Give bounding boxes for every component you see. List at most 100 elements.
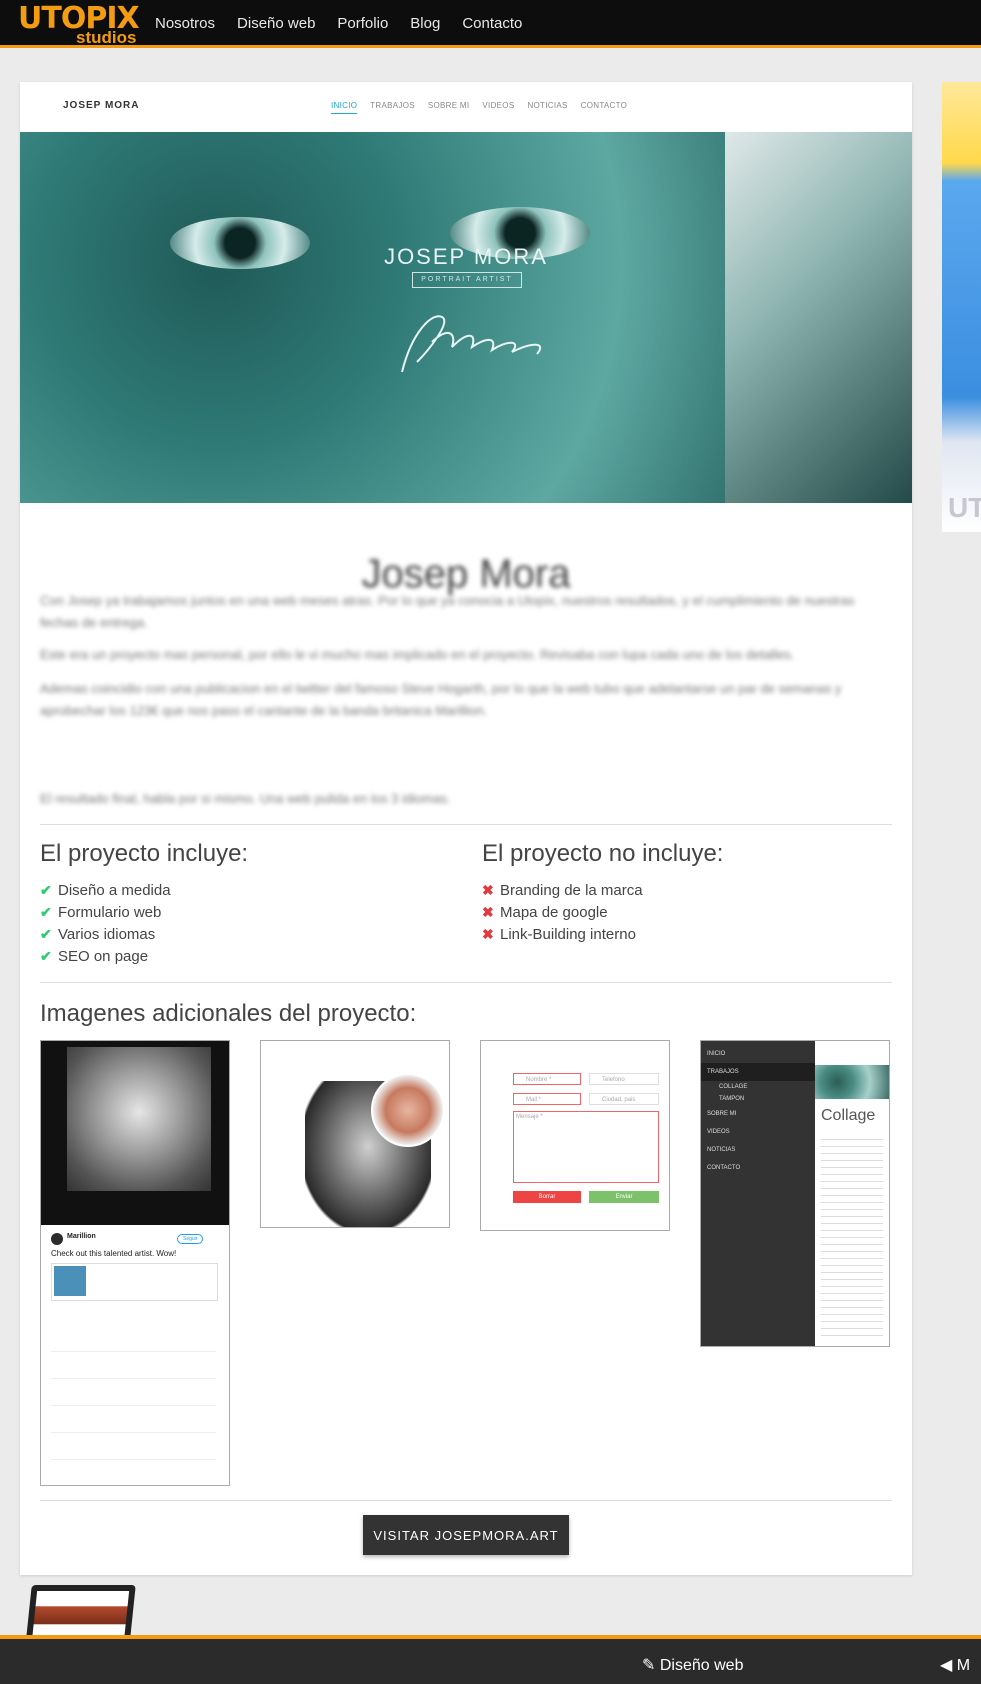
side-preview-text: UTOPIX (948, 492, 981, 523)
list-item-label: Diseño a medida (58, 882, 171, 899)
site-nav-inicio: INICIO (331, 101, 358, 114)
main-nav: Nosotros Diseño web Porfolio Blog Contac… (155, 0, 544, 46)
site-nav-sobre-mi: SOBRE MI (427, 101, 470, 110)
avatar (51, 1233, 63, 1245)
megaphone-icon: ◀ (940, 1657, 953, 1674)
nav-link-nosotros[interactable]: Nosotros (155, 15, 215, 32)
tweet-account: Marillion (67, 1233, 96, 1240)
project-image-contact-form[interactable]: Nombre * Telefono Mail * Ciudad, pais Me… (480, 1040, 670, 1231)
list-item: ✔ Formulario web (40, 901, 171, 923)
excludes-list: ✖ Branding de la marca ✖ Mapa de google ✖ L… (482, 879, 643, 945)
footer-link-marketing[interactable]: ◀ M (940, 1655, 970, 1675)
nav-link-contacto[interactable]: Contacto (462, 15, 522, 32)
collage-heading: Collage (821, 1107, 876, 1124)
project-image-portrait-tweet[interactable]: Marillion Seguir Check out this talented… (40, 1040, 230, 1486)
project-image-mobile-menu[interactable]: INICIO TRABAJOS COLLAGE TAMPON SOBRE MI … (700, 1040, 890, 1347)
includes-title: El proyecto incluye: (40, 840, 249, 867)
list-item-label: Link-Building interno (500, 926, 636, 943)
visit-site-button[interactable]: VISITAR JOSEPMORA.ART (363, 1515, 569, 1555)
menu-item: CONTACTO (707, 1165, 741, 1171)
cross-icon: ✖ (482, 926, 494, 942)
menu-item: TAMPON (719, 1096, 745, 1102)
collage-text (821, 1133, 883, 1339)
site-brand: JOSEP MORA (63, 100, 140, 111)
mail-field: Mail * (513, 1093, 581, 1105)
signature-icon (401, 315, 542, 373)
portrait-image (67, 1047, 211, 1191)
top-navbar: UTOPIX studios Nosotros Diseño web Porfo… (0, 0, 981, 48)
cross-icon: ✖ (482, 882, 494, 898)
menu-item: TRABAJOS (701, 1063, 815, 1081)
cross-icon: ✖ (482, 904, 494, 920)
message-field: Mensaje * (513, 1111, 659, 1183)
list-item-label: Branding de la marca (500, 882, 643, 899)
city-field: Ciudad, pais (589, 1093, 659, 1105)
site-nav-noticias: NOTICIAS (527, 101, 568, 110)
check-icon: ✔ (40, 926, 52, 942)
list-item: ✔ Varios idiomas (40, 923, 171, 945)
footer-link-label: M (956, 1657, 971, 1674)
tweet-panel: Marillion Seguir Check out this talented… (41, 1225, 229, 1485)
menu-item: NOTICIAS (707, 1147, 736, 1153)
footer-link-diseno-web[interactable]: ✎ Diseño web (642, 1655, 743, 1675)
hero-title: JOSEP MORA (384, 244, 548, 269)
next-project-preview[interactable]: UTOPIX (942, 82, 981, 532)
nav-link-diseno-web[interactable]: Diseño web (237, 15, 315, 32)
name-field: Nombre * (513, 1073, 581, 1085)
site-nav-videos: VIDEOS (482, 101, 515, 110)
includes-list: ✔ Diseño a medida ✔ Formulario web ✔ Varios… (40, 879, 171, 967)
list-item-label: Mapa de google (500, 904, 608, 921)
mobile-menu-list: INICIO TRABAJOS COLLAGE TAMPON SOBRE MI … (701, 1045, 815, 1177)
menu-item: VIDEOS (707, 1129, 730, 1135)
divider (40, 982, 892, 983)
description-paragraph-3: Ademas coincidio con una publicacion en … (40, 681, 842, 718)
footer-link-label: Diseño web (659, 1657, 744, 1674)
list-item-label: Varios idiomas (58, 926, 156, 943)
divider (40, 824, 892, 825)
follow-button: Seguir (177, 1234, 204, 1244)
description-paragraph-1: Con Josep ya trabajamos juntos en una we… (40, 593, 855, 630)
divider (40, 1500, 892, 1501)
send-button: Enviar (589, 1191, 659, 1203)
list-item-label: SEO on page (58, 948, 149, 965)
site-mock-header: JOSEP MORA INICIO TRABAJOS SOBRE MI VIDE… (20, 82, 912, 133)
check-icon: ✔ (40, 948, 52, 964)
zoom-circle (371, 1073, 445, 1147)
list-item: ✖ Link-Building interno (482, 923, 643, 945)
tweet-replies (51, 1325, 216, 1475)
nav-link-porfolio[interactable]: Porfolio (337, 15, 388, 32)
mobile-menu-panel: INICIO TRABAJOS COLLAGE TAMPON SOBRE MI … (701, 1041, 815, 1346)
delete-button: Borrar (513, 1191, 581, 1203)
excludes-title: El proyecto no incluye: (482, 840, 724, 867)
thumb-dark-panel (41, 1041, 229, 1225)
menu-item: INICIO (707, 1051, 726, 1057)
site-nav-contacto: CONTACTO (580, 101, 628, 110)
menu-item: COLLAGE (719, 1084, 748, 1090)
artist-photo (725, 132, 912, 503)
logo-sub-text: studios (76, 28, 137, 47)
check-icon: ✔ (40, 882, 52, 898)
menu-item: SOBRE MI (707, 1111, 737, 1117)
utopix-logo[interactable]: UTOPIX studios (18, 2, 148, 47)
project-image-dot-portrait[interactable] (260, 1040, 450, 1228)
project-card: JOSEP MORA INICIO TRABAJOS SOBRE MI VIDE… (20, 82, 912, 1575)
site-nav-trabajos: TRABAJOS (370, 101, 415, 110)
description-paragraph-2: Este era un proyecto mas personal, por e… (40, 647, 795, 662)
hero-banner: JOSEP MORA PORTRAIT ARTIST (20, 132, 912, 503)
description-paragraph-4: El resultado final, habla por si mismo. … (40, 791, 451, 806)
tweet-link-card (51, 1263, 218, 1301)
additional-images-title: Imagenes adicionales del proyecto: (40, 1000, 417, 1027)
hero-subtitle: PORTRAIT ARTIST (412, 272, 522, 288)
tweet-text: Check out this talented artist. Wow! (51, 1249, 177, 1258)
nav-link-blog[interactable]: Blog (410, 15, 440, 32)
footer: ✎ Diseño web ◀ M (0, 1635, 981, 1684)
eye-image (815, 1065, 889, 1099)
phone-field: Telefono (589, 1073, 659, 1085)
list-item: ✔ SEO on page (40, 945, 171, 967)
list-item: ✖ Branding de la marca (482, 879, 643, 901)
check-icon: ✔ (40, 904, 52, 920)
list-item: ✖ Mapa de google (482, 901, 643, 923)
play-icon (54, 1266, 86, 1296)
list-item: ✔ Diseño a medida (40, 879, 171, 901)
pencil-icon: ✎ (642, 1657, 656, 1674)
